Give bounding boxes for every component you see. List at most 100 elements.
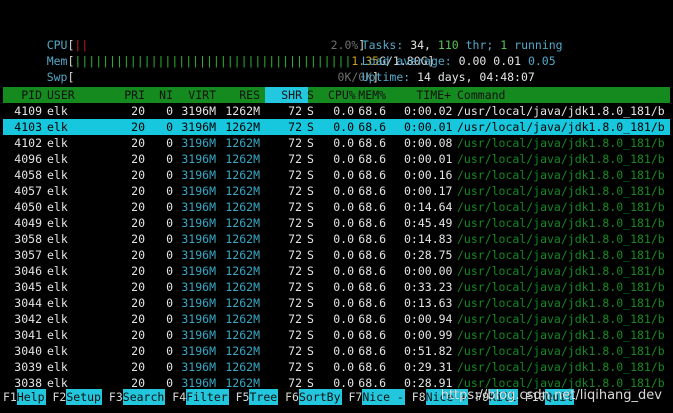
res-cell: 1262M xyxy=(225,312,260,326)
table-row[interactable]: 4096 elk 20 0 3196M 1262M 72 S 0.0 68.6 … xyxy=(3,151,670,167)
command-cell: /usr/local/java/jdk1.8.0_181/b xyxy=(457,360,665,374)
pid-cell: 4103 xyxy=(14,120,42,134)
mem-cell: 68.6 xyxy=(358,120,386,134)
column-header-state[interactable]: S xyxy=(307,87,317,103)
pri-cell: 20 xyxy=(131,264,145,278)
nice-plus-button[interactable]: Nice + xyxy=(425,389,469,405)
time-cell: 0:14.83 xyxy=(404,232,453,246)
ni-cell: 0 xyxy=(166,264,173,278)
mem-cell: 68.6 xyxy=(358,360,386,374)
table-row[interactable]: 3039 elk 20 0 3196M 1262M 72 S 0.0 68.6 … xyxy=(3,359,670,375)
table-row[interactable]: 4109 elk 20 0 3196M 1262M 72 S 0.0 68.6 … xyxy=(3,103,670,119)
res-cell: 1262M xyxy=(225,168,260,182)
pri-cell: 20 xyxy=(131,168,145,182)
f4-key: F4 xyxy=(172,389,187,405)
table-row[interactable]: 3042 elk 20 0 3196M 1262M 72 S 0.0 68.6 … xyxy=(3,311,670,327)
res-cell: 1262M xyxy=(225,216,260,230)
ni-cell: 0 xyxy=(166,200,173,214)
column-header-virt[interactable]: VIRT xyxy=(178,87,216,103)
table-row[interactable]: 3057 elk 20 0 3196M 1262M 72 S 0.0 68.6 … xyxy=(3,247,670,263)
table-row[interactable]: 3044 elk 20 0 3196M 1262M 72 S 0.0 68.6 … xyxy=(3,295,670,311)
virt-cell: 3196M xyxy=(181,344,216,358)
time-cell: 0:00.02 xyxy=(404,104,453,118)
column-header-res[interactable]: RES xyxy=(221,87,260,103)
nice-minus-button[interactable]: Nice - xyxy=(362,389,405,405)
f5-key: F5 xyxy=(235,389,250,405)
res-cell: 1262M xyxy=(225,280,260,294)
table-row[interactable]: 3058 elk 20 0 3196M 1262M 72 S 0.0 68.6 … xyxy=(3,231,670,247)
mem-cell: 68.6 xyxy=(358,328,386,342)
ni-cell: 0 xyxy=(166,312,173,326)
process-table-header: PID USER PRI NI VIRT RES SHR S CPU% MEM%… xyxy=(3,87,670,103)
pri-cell: 20 xyxy=(131,360,145,374)
f2-key: F2 xyxy=(52,389,67,405)
state-cell: S xyxy=(307,232,314,246)
table-row[interactable]: 4102 elk 20 0 3196M 1262M 72 S 0.0 68.6 … xyxy=(3,135,670,151)
state-cell: S xyxy=(307,344,314,358)
column-header-ni[interactable]: NI xyxy=(155,87,173,103)
command-cell: /usr/local/java/jdk1.8.0_181/b xyxy=(457,200,665,214)
pid-cell: 3042 xyxy=(14,312,42,326)
column-header-user[interactable]: USER xyxy=(47,87,107,103)
user-cell: elk xyxy=(47,360,68,374)
ni-cell: 0 xyxy=(166,248,173,262)
command-cell: /usr/local/java/jdk1.8.0_181/b xyxy=(457,152,665,166)
table-row[interactable]: 3045 elk 20 0 3196M 1262M 72 S 0.0 68.6 … xyxy=(3,279,670,295)
table-row[interactable]: 4057 elk 20 0 3196M 1262M 72 S 0.0 68.6 … xyxy=(3,183,670,199)
virt-cell: 3196M xyxy=(181,216,216,230)
time-cell: 0:00.01 xyxy=(404,120,453,134)
ni-cell: 0 xyxy=(166,104,173,118)
sortby-button[interactable]: SortBy xyxy=(298,389,342,405)
mem-cell: 68.6 xyxy=(358,344,386,358)
column-header-cpu[interactable]: CPU% xyxy=(328,87,356,103)
user-cell: elk xyxy=(47,296,68,310)
time-cell: 0:33.23 xyxy=(404,280,453,294)
column-header-pid[interactable]: PID xyxy=(12,87,42,103)
mem-cell: 68.6 xyxy=(358,312,386,326)
table-row[interactable]: 3041 elk 20 0 3196M 1262M 72 S 0.0 68.6 … xyxy=(3,327,670,343)
kill-button[interactable]: Kill xyxy=(489,389,518,405)
state-cell: S xyxy=(307,264,314,278)
column-header-time[interactable]: TIME+ xyxy=(404,87,451,103)
virt-cell: 3196M xyxy=(181,232,216,246)
column-header-mem[interactable]: MEM% xyxy=(358,87,386,103)
cpu-cell: 0.0 xyxy=(333,296,354,310)
pid-cell: 4102 xyxy=(14,136,42,150)
column-header-pri[interactable]: PRI xyxy=(121,87,145,103)
pri-cell: 20 xyxy=(131,184,145,198)
table-row[interactable]: 4058 elk 20 0 3196M 1262M 72 S 0.0 68.6 … xyxy=(3,167,670,183)
state-cell: S xyxy=(307,152,314,166)
tree-button[interactable]: Tree xyxy=(249,389,279,405)
mem-cell: 68.6 xyxy=(358,136,386,150)
help-button[interactable]: Help xyxy=(16,389,46,405)
res-cell: 1262M xyxy=(225,360,260,374)
setup-button[interactable]: Setup xyxy=(66,389,102,405)
column-header-command[interactable]: Command xyxy=(457,87,670,103)
search-button[interactable]: Search xyxy=(122,389,166,405)
table-row[interactable]: 4049 elk 20 0 3196M 1262M 72 S 0.0 68.6 … xyxy=(3,215,670,231)
swp-meter-label: Swp xyxy=(46,70,68,84)
user-cell: elk xyxy=(47,216,68,230)
f6-key: F6 xyxy=(285,389,299,405)
pid-cell: 4058 xyxy=(14,168,42,182)
table-row[interactable]: 4050 elk 20 0 3196M 1262M 72 S 0.0 68.6 … xyxy=(3,199,670,215)
state-cell: S xyxy=(307,280,314,294)
load-average-summary: Load average: 0.00 0.01 0.05 xyxy=(334,37,556,68)
htop-terminal-window: CPU[|| 2.0%] Mem[|||||||||||||||||||||||… xyxy=(3,3,670,410)
mem-cell: 68.6 xyxy=(358,216,386,230)
res-cell: 1262M xyxy=(225,264,260,278)
table-row[interactable]: 3046 elk 20 0 3196M 1262M 72 S 0.0 68.6 … xyxy=(3,263,670,279)
filter-button[interactable]: Filter xyxy=(186,389,229,405)
user-cell: elk xyxy=(47,168,68,182)
cpu-cell: 0.0 xyxy=(333,248,354,262)
pid-cell: 4049 xyxy=(14,216,42,230)
pri-cell: 20 xyxy=(131,136,145,150)
table-row-selected[interactable]: 4103 elk 20 0 3196M 1262M 72 S 0.0 68.6 … xyxy=(3,119,670,135)
table-row[interactable]: 3040 elk 20 0 3196M 1262M 72 S 0.0 68.6 … xyxy=(3,343,670,359)
state-cell: S xyxy=(307,312,314,326)
quit-button[interactable]: Quit xyxy=(545,389,575,405)
ni-cell: 0 xyxy=(166,232,173,246)
column-header-shr[interactable]: SHR xyxy=(274,87,302,103)
f7-key: F7 xyxy=(348,389,363,405)
cpu-cell: 0.0 xyxy=(333,232,354,246)
